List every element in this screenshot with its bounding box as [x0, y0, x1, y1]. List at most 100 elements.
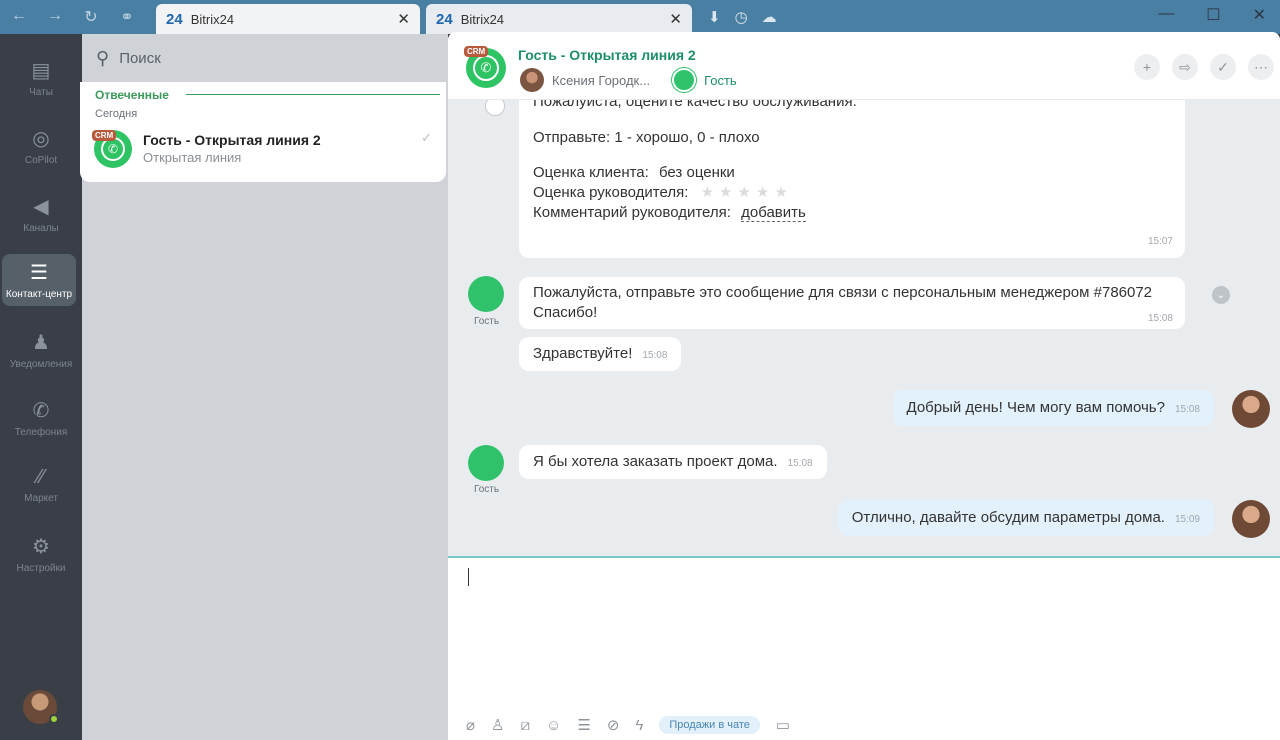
online-status-dot	[49, 714, 59, 724]
chat-window-icon[interactable]: ▭	[776, 716, 790, 734]
operator-avatar[interactable]	[1232, 500, 1270, 538]
close-tab-icon[interactable]: ✕	[669, 10, 682, 28]
download-icon[interactable]: ⬇	[708, 8, 721, 26]
sidebar-item-label: Телефония	[14, 427, 68, 438]
close-window-icon[interactable]: ✕	[1253, 5, 1266, 25]
sidebar-item-settings[interactable]: ⚙ Настройки	[0, 534, 82, 574]
attach-icon[interactable]: ⌀	[466, 716, 475, 734]
message-bubble-outgoing: Добрый день! Чем могу вам помочь? 15:08	[892, 390, 1214, 426]
history-icon[interactable]: ◷	[735, 8, 748, 26]
sidebar-item-telephony[interactable]: ✆ Телефония	[0, 398, 82, 438]
manager-rating-label: Оценка руководителя:	[533, 184, 689, 201]
list-item-subtitle: Открытая линия	[143, 150, 242, 165]
operator-avatar[interactable]	[1232, 390, 1270, 428]
message-menu-icon[interactable]: ⌄	[1212, 286, 1230, 304]
message-time: 15:08	[1147, 313, 1173, 324]
browser-tab-2[interactable]: 24 Bitrix24 ✕	[426, 4, 692, 34]
hide-icon[interactable]: ⊘	[607, 716, 620, 734]
rating-stars[interactable]: ★★★★★	[701, 184, 793, 201]
channels-icon: ◀	[33, 196, 49, 218]
message-time: 15:08	[787, 458, 813, 469]
section-divider	[186, 94, 440, 95]
copilot-icon: ◎	[32, 128, 50, 150]
sidebar-item-label: Каналы	[23, 223, 59, 234]
select-radio[interactable]	[485, 100, 505, 116]
phone-icon: ✆	[32, 400, 50, 422]
app-sidebar: ▤ Чаты ◎ CoPilot ◀ Каналы ☰ Контакт-цент…	[0, 34, 82, 740]
contact-center-icon: ☰	[30, 262, 48, 284]
message-composer[interactable]: ⌀ ♙ ⧄ ☺ ☰ ⊘ ϟ Продажи в чате ▭	[448, 556, 1280, 740]
user-icon[interactable]: ♙	[491, 716, 504, 734]
lightning-icon[interactable]: ϟ	[635, 717, 643, 734]
browser-tools: ⬇ ◷ ☁	[708, 8, 777, 26]
add-icon[interactable]: +	[1134, 54, 1160, 80]
reload-icon[interactable]: ↻	[80, 7, 102, 27]
minimize-icon[interactable]: —	[1158, 5, 1174, 25]
member-avatar[interactable]	[520, 68, 544, 92]
sales-in-chat-button[interactable]: Продажи в чате	[659, 716, 760, 734]
chat-header: ✆ CRM Гость - Открытая линия 2 Ксения Го…	[448, 32, 1280, 100]
sidebar-item-label: CoPilot	[24, 155, 58, 166]
market-icon: ⁄⁄	[37, 466, 45, 488]
template-icon[interactable]: ☰	[577, 716, 590, 734]
client-rating-value: без оценки	[659, 164, 735, 181]
crm-badge: CRM	[464, 46, 489, 57]
forward-icon[interactable]: →	[44, 7, 66, 27]
chats-icon: ▤	[31, 60, 51, 82]
bitrix-logo: 24	[436, 10, 453, 28]
maximize-icon[interactable]: ☐	[1206, 5, 1220, 25]
message-text: Я бы хотела заказать проект дома.	[533, 453, 778, 470]
sidebar-item-channels[interactable]: ◀ Каналы	[0, 194, 82, 234]
browser-nav: ← → ↻ ⚭	[8, 7, 138, 27]
text-cursor	[468, 568, 469, 586]
crm-badge: CRM	[92, 130, 117, 141]
search-field[interactable]: ⚲ Поиск	[96, 48, 161, 69]
search-icon: ⚲	[96, 48, 110, 68]
date-label: Сегодня	[95, 108, 138, 120]
forward-icon[interactable]: ⇨	[1172, 54, 1198, 80]
sidebar-item-label: Настройки	[16, 563, 66, 574]
message-text: Здравствуйте!	[533, 345, 633, 362]
quick-answer-icon[interactable]: ⧄	[520, 717, 530, 734]
back-icon[interactable]: ←	[8, 7, 30, 27]
tab-label: Bitrix24	[460, 11, 505, 27]
sidebar-item-copilot[interactable]: ◎ CoPilot	[0, 126, 82, 166]
guest-avatar[interactable]	[468, 445, 504, 481]
browser-tab-1[interactable]: 24 Bitrix24 ✕	[156, 4, 420, 34]
composer-toolbar: ⌀ ♙ ⧄ ☺ ☰ ⊘ ϟ Продажи в чате ▭	[466, 716, 790, 734]
message-text: Отлично, давайте обсудим параметры дома.	[851, 509, 1165, 526]
author-label: Гость	[474, 484, 500, 495]
more-icon[interactable]: ⋯	[1248, 54, 1274, 80]
author-label: Гость	[474, 316, 500, 327]
header-actions: + ⇨ ✓ ⋯	[1134, 54, 1274, 80]
message-bubble: Пожалуйста, отправьте это сообщение для …	[519, 277, 1185, 329]
guest-avatar[interactable]	[672, 68, 697, 92]
user-avatar[interactable]	[23, 690, 59, 724]
gear-icon: ⚙	[32, 536, 50, 558]
rating-message: Пожалуйста, оцените качество обслуживани…	[519, 100, 1185, 258]
sidebar-item-market[interactable]: ⁄⁄ Маркет	[0, 466, 82, 504]
message-bubble: Здравствуйте! 15:08	[519, 337, 682, 371]
bell-icon: ♟	[32, 332, 50, 354]
browser-titlebar: ← → ↻ ⚭ 24 Bitrix24 ✕ 24 Bitrix24 ✕ ⬇ ◷ …	[0, 0, 1280, 34]
section-title: Отвеченные	[95, 88, 169, 102]
message-text: Добрый день! Чем могу вам помочь?	[906, 399, 1165, 416]
add-comment-link[interactable]: добавить	[741, 204, 806, 222]
sidebar-item-notifications[interactable]: ♟ Уведомления	[0, 330, 82, 370]
bitrix-logo: 24	[166, 10, 183, 28]
message-time: 15:08	[642, 350, 668, 361]
cloud-icon[interactable]: ☁	[762, 8, 777, 26]
chat-title[interactable]: Гость - Открытая линия 2	[518, 47, 696, 63]
sidebar-item-chats[interactable]: ▤ Чаты	[0, 58, 82, 98]
guest-avatar[interactable]	[468, 276, 504, 312]
sidebar-item-contact-center[interactable]: ☰ Контакт-центр	[2, 254, 76, 306]
sidebar-item-label: Уведомления	[9, 359, 73, 370]
list-card: Отвеченные Сегодня ✆ CRM Гость - Открыта…	[80, 82, 446, 182]
member-name[interactable]: Гость	[704, 73, 737, 88]
smile-icon[interactable]: ☺	[546, 717, 561, 734]
member-name[interactable]: Ксения Городк...	[552, 73, 650, 88]
list-item[interactable]: ✆ CRM Гость - Открытая линия 2 Открытая …	[80, 122, 446, 178]
close-tab-icon[interactable]: ✕	[397, 10, 410, 28]
link-icon[interactable]: ⚭	[116, 7, 138, 27]
finish-check-icon[interactable]: ✓	[1210, 54, 1236, 80]
